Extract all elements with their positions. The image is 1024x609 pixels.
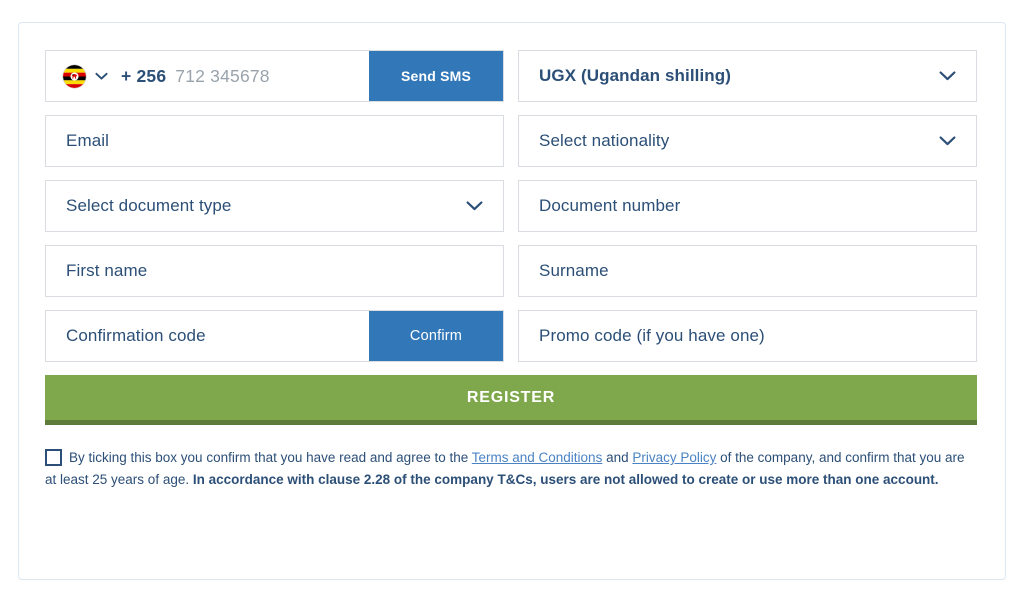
terms-block: By ticking this box you confirm that you… xyxy=(45,447,977,491)
register-button[interactable]: REGISTER xyxy=(45,375,977,425)
email-field[interactable]: Email xyxy=(45,115,504,167)
first-name-input-placeholder: First name xyxy=(66,261,148,280)
surname-input-placeholder: Surname xyxy=(539,261,609,280)
send-sms-button[interactable]: Send SMS xyxy=(369,51,503,101)
first-name-field[interactable]: First name xyxy=(45,245,504,297)
nationality-select-value: Select nationality xyxy=(539,131,670,150)
confirm-button[interactable]: Confirm xyxy=(369,311,503,361)
currency-cell: UGX (Ugandan shilling) xyxy=(518,50,977,102)
phone-field[interactable]: + 256 712 345678 Send SMS xyxy=(45,50,504,102)
chevron-down-icon[interactable] xyxy=(95,72,108,81)
currency-select[interactable]: UGX (Ugandan shilling) xyxy=(518,50,977,102)
document-type-select-value: Select document type xyxy=(66,196,232,215)
chevron-down-icon xyxy=(939,136,956,147)
nationality-select[interactable]: Select nationality xyxy=(518,115,977,167)
surname-field[interactable]: Surname xyxy=(518,245,977,297)
email-input-placeholder: Email xyxy=(66,131,110,150)
nationality-cell: Select nationality xyxy=(518,115,977,167)
email-cell: Email xyxy=(45,115,504,167)
document-number-input-placeholder: Document number xyxy=(539,196,681,215)
confirmation-code-cell: Confirmation code Confirm xyxy=(45,310,504,362)
phone-input[interactable]: 712 345678 xyxy=(175,66,269,87)
chevron-down-icon xyxy=(466,201,483,212)
phone-dial-code: + 256 xyxy=(121,65,167,86)
form-row: First name Surname xyxy=(45,245,977,297)
terms-checkbox[interactable] xyxy=(45,449,62,466)
terms-text-part1: By ticking this box you confirm that you… xyxy=(69,450,472,465)
document-number-field[interactable]: Document number xyxy=(518,180,977,232)
surname-cell: Surname xyxy=(518,245,977,297)
document-type-select[interactable]: Select document type xyxy=(45,180,504,232)
phone-cell: + 256 712 345678 Send SMS xyxy=(45,50,504,102)
form-row: Confirmation code Confirm Promo code (if… xyxy=(45,310,977,362)
form-row: Select document type Document number xyxy=(45,180,977,232)
chevron-down-icon xyxy=(939,71,956,82)
confirmation-code-input-placeholder: Confirmation code xyxy=(66,326,206,345)
privacy-policy-link[interactable]: Privacy Policy xyxy=(632,450,716,465)
registration-card: + 256 712 345678 Send SMS UGX (Ugandan s… xyxy=(18,22,1006,580)
form-row: Email Select nationality xyxy=(45,115,977,167)
promo-code-cell: Promo code (if you have one) xyxy=(518,310,977,362)
form-row: + 256 712 345678 Send SMS UGX (Ugandan s… xyxy=(45,50,977,102)
promo-code-input-placeholder: Promo code (if you have one) xyxy=(539,326,765,345)
terms-and-conditions-link[interactable]: Terms and Conditions xyxy=(472,450,603,465)
promo-code-field[interactable]: Promo code (if you have one) xyxy=(518,310,977,362)
terms-text-bold: In accordance with clause 2.28 of the co… xyxy=(192,472,939,487)
first-name-cell: First name xyxy=(45,245,504,297)
terms-text: By ticking this box you confirm that you… xyxy=(45,447,977,491)
document-type-cell: Select document type xyxy=(45,180,504,232)
registration-form: + 256 712 345678 Send SMS UGX (Ugandan s… xyxy=(45,50,977,491)
document-number-cell: Document number xyxy=(518,180,977,232)
uganda-flag-icon[interactable] xyxy=(63,64,86,88)
terms-text-part2: and xyxy=(602,450,633,465)
confirmation-code-field[interactable]: Confirmation code Confirm xyxy=(45,310,504,362)
currency-select-value: UGX (Ugandan shilling) xyxy=(539,66,732,85)
